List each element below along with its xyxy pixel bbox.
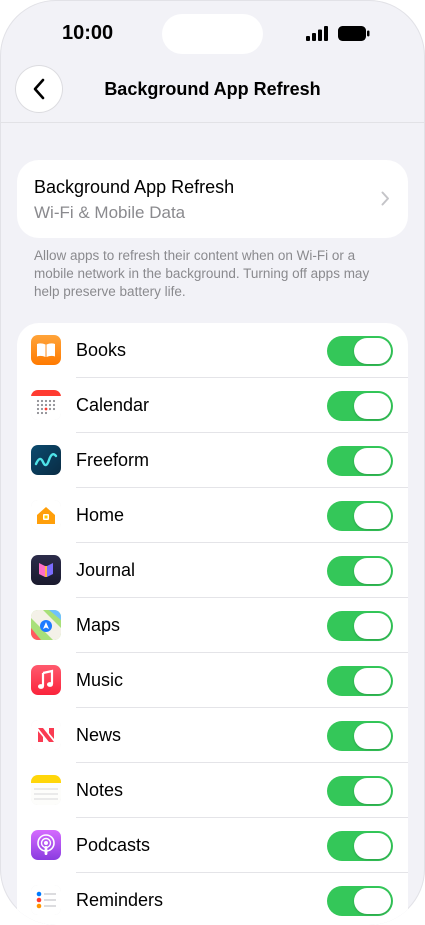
app-name: Podcasts [76,835,151,855]
list-item-calendar: Calendar [17,378,408,433]
list-item-music: Music [17,653,408,708]
app-name: Calendar [76,395,150,415]
list-item-podcasts: Podcasts [17,818,408,873]
toggle-knob [354,558,391,584]
music-icon [31,665,61,695]
app-name: Reminders [76,890,164,910]
reminders-icon [31,885,61,915]
home-icon [31,500,61,530]
background-refresh-setting-row[interactable]: Background App Refresh Wi-Fi & Mobile Da… [17,160,408,238]
list-item-home: Home [17,488,408,543]
news-icon [31,720,61,750]
notes-refresh-toggle[interactable] [327,776,393,806]
maps-refresh-toggle[interactable] [327,611,393,641]
calendar-icon [31,390,61,420]
freeform-refresh-toggle[interactable] [327,446,393,476]
toggle-knob [354,778,391,804]
toggle-knob [354,668,391,694]
battery-icon [338,26,370,41]
maps-icon [31,610,61,640]
toggle-knob [354,613,391,639]
calendar-refresh-toggle[interactable] [327,391,393,421]
list-item-news: News [17,708,408,763]
phone-screen: 10:00 Background App Refresh Background … [0,0,425,925]
app-name: Home [76,505,125,525]
status-bar: 10:00 [0,0,425,62]
toggle-knob [354,888,391,914]
toggle-knob [354,448,391,474]
setting-title: Background App Refresh [34,177,235,197]
app-name: Books [76,340,127,360]
list-item-maps: Maps [17,598,408,653]
books-refresh-toggle[interactable] [327,336,393,366]
app-name: Notes [76,780,124,800]
chevron-right-icon [381,191,389,206]
podcasts-refresh-toggle[interactable] [327,831,393,861]
dynamic-island [162,14,263,54]
home-refresh-toggle[interactable] [327,501,393,531]
cellular-signal-icon [306,26,328,41]
list-item-journal: Journal [17,543,408,598]
toggle-knob [354,503,391,529]
list-item-books: Books [17,323,408,378]
navigation-bar: Background App Refresh [0,62,425,123]
footer-note: Allow apps to refresh their content when… [34,248,370,299]
list-item-freeform: Freeform [17,433,408,488]
toggle-knob [354,338,391,364]
list-item-reminders: Reminders [17,873,408,925]
setting-value: Wi-Fi & Mobile Data [34,203,186,222]
page-title: Background App Refresh [104,79,321,99]
status-time: 10:00 [62,22,114,44]
podcasts-icon [31,830,61,860]
app-name: Maps [76,615,121,635]
journal-refresh-toggle[interactable] [327,556,393,586]
app-name: Journal [76,560,136,580]
music-refresh-toggle[interactable] [327,666,393,696]
notes-icon [31,775,61,805]
list-item-notes: Notes [17,763,408,818]
toggle-knob [354,723,391,749]
reminders-refresh-toggle[interactable] [327,886,393,916]
app-name: Music [76,670,124,690]
books-icon [31,335,61,365]
app-list: Books Calendar Freeform Home Journal Map… [17,323,408,925]
app-name: Freeform [76,450,150,470]
app-name: News [76,725,122,745]
news-refresh-toggle[interactable] [327,721,393,751]
toggle-knob [354,393,391,419]
freeform-icon [31,445,61,475]
journal-icon [31,555,61,585]
toggle-knob [354,833,391,859]
